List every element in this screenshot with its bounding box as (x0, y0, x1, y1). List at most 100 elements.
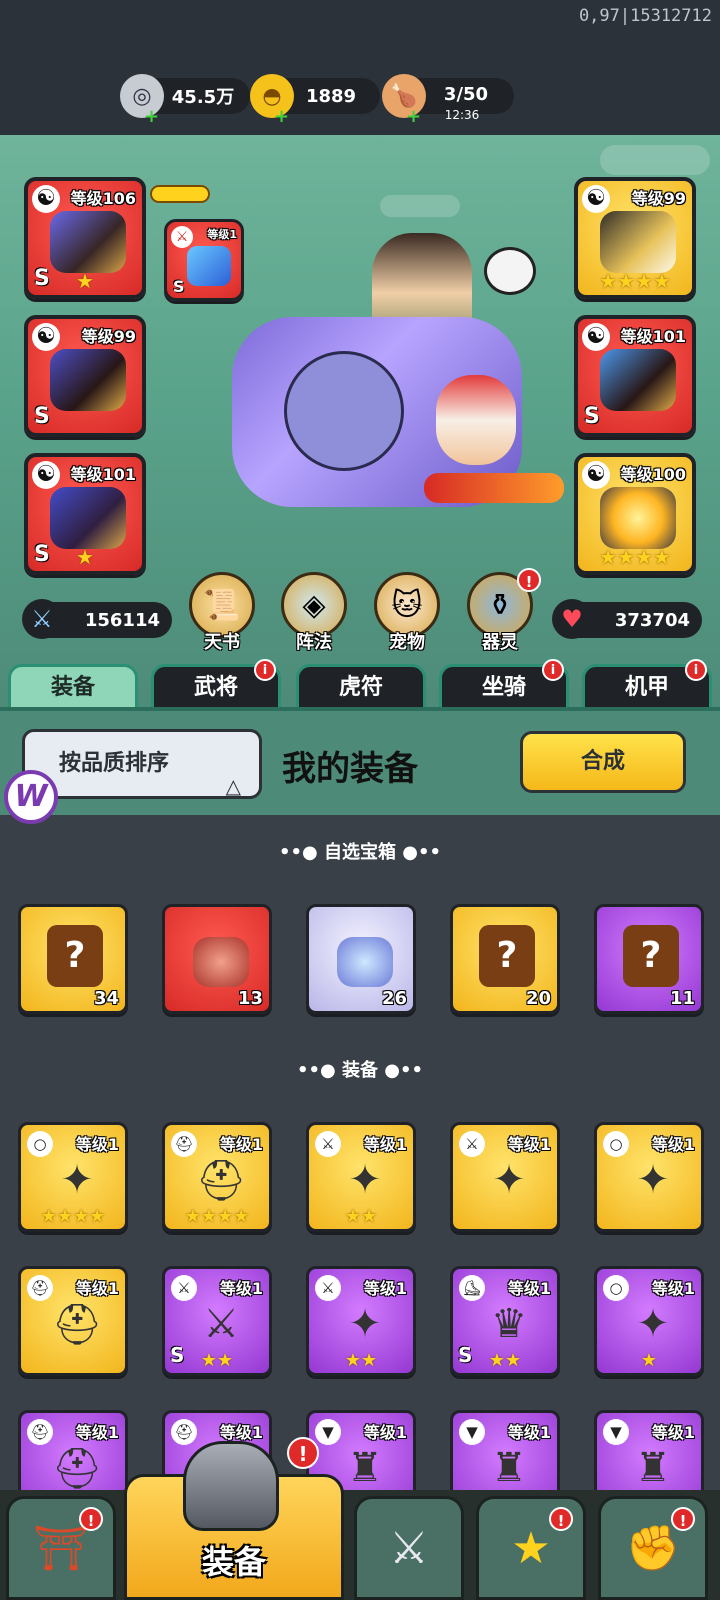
equipment-item[interactable]: ⚔ 等级1 ✦ (450, 1122, 560, 1232)
feature-label: 器灵 (482, 632, 518, 653)
gold-value: 1889 (305, 85, 357, 107)
stamina-food[interactable]: 🍗 3/50 12:36 + (382, 74, 514, 127)
equipment-item[interactable]: ⛸ 等级1 ♛ S ★★ (450, 1266, 560, 1376)
equip-type-icon: ⚔ (315, 1275, 341, 1301)
slot-stars: ★ (76, 545, 94, 569)
equip-slot-gloves[interactable]: ☯ 等级101 S (574, 315, 696, 437)
equip-slot-weapon[interactable]: ☯ 等级106 S ★ (24, 177, 146, 299)
equip-art-icon: ⛑ (51, 1445, 103, 1492)
feature-qiling[interactable]: ⚱ 器灵 ! (463, 568, 541, 654)
feature-pets[interactable]: 🐱 宠物 (370, 572, 444, 654)
equipment-item[interactable]: ⛑ 等级1 ⛑ (18, 1266, 128, 1376)
equip-type-icon: ⚔ (171, 1275, 197, 1301)
equip-slot-extra[interactable]: ⚔ 等级1 S (164, 219, 244, 301)
slot-grade: S (34, 404, 50, 429)
equip-level: 等级1 (219, 1135, 263, 1154)
top-status-area: 0,97|15312712 ◎ 45.5万 + ◓ 1889 + 🍗 3/50 … (0, 0, 720, 135)
equipment-item[interactable]: ○ 等级1 ✦ (594, 1122, 704, 1232)
equip-level: 等级1 (651, 1279, 695, 1298)
yin-yang-icon: ☯ (582, 461, 610, 489)
currency-coin[interactable]: ◎ 45.5万 + (120, 74, 250, 127)
debug-info-text: 0,97|15312712 (578, 6, 712, 26)
equip-art-icon: ✦ (636, 1301, 670, 1347)
crossed-swords-icon: ⚔ (389, 1522, 429, 1574)
attack-power: ⚔ 156114 (22, 599, 172, 639)
sword-type-icon: ⚔ (171, 226, 193, 248)
chest-item[interactable]: ? 34 (18, 904, 128, 1014)
equip-type-icon: ▼ (315, 1419, 341, 1445)
slot-level: 等级99 (81, 327, 136, 346)
chest-item[interactable]: 13 (162, 904, 272, 1014)
nav-equipment[interactable]: ! 装备 (124, 1437, 344, 1600)
slot-stars: ★★★★ (599, 269, 671, 293)
equip-type-icon: ○ (603, 1131, 629, 1157)
equip-art-icon: ⛑ (195, 1157, 247, 1204)
equip-art-icon: ♜ (347, 1445, 383, 1491)
add-gold-icon[interactable]: + (274, 106, 289, 127)
synthesize-button[interactable]: 合成 (520, 731, 686, 793)
equip-type-icon: ⛑ (171, 1419, 197, 1445)
tab-label: 虎符 (338, 675, 383, 700)
hero-fragment-icon (337, 937, 393, 987)
chest-item[interactable]: 26 (306, 904, 416, 1014)
equipment-item[interactable]: ○ 等级1 ✦ ★ (594, 1266, 704, 1376)
floating-w-logo[interactable]: W (4, 770, 58, 824)
chest-item[interactable]: ? 11 (594, 904, 704, 1014)
tab-label: 机甲 (624, 675, 669, 700)
nav-battle[interactable]: ★ ! (476, 1496, 586, 1600)
equip-art-icon: ✦ (348, 1301, 382, 1347)
equip-level: 等级1 (363, 1423, 407, 1442)
cloud (380, 195, 460, 217)
equip-stars: ★★ (344, 1206, 378, 1227)
chest-count: 34 (93, 988, 119, 1009)
equip-slot-boots[interactable]: ☯ 等级100 ★★★★ (574, 453, 696, 575)
slot-level: 等级100 (620, 465, 686, 484)
crystal-blade-art (187, 246, 231, 286)
tab-equipment[interactable]: 装备 (8, 664, 138, 712)
nav-upgrade[interactable]: ✊ ! (598, 1496, 708, 1600)
feature-zhenfa[interactable]: ◈ 阵法 (277, 572, 351, 654)
equip-slot-helmet[interactable]: ☯ 等级101 S ★ (24, 453, 146, 575)
fist-upgrade-icon: ✊ (625, 1523, 681, 1574)
sort-dropdown[interactable]: 按品质排序 △ (22, 729, 262, 799)
battle-icon: ★ (511, 1522, 551, 1574)
equip-stars: ★★★★ (40, 1206, 106, 1227)
boots-art (600, 487, 676, 549)
equipment-item[interactable]: ⛑ 等级1 ⛑ ★★★★ (162, 1122, 272, 1232)
slot-grade: S (584, 404, 600, 429)
equip-slot-necklace[interactable]: ☯ 等级99 S (24, 315, 146, 437)
feature-label: 阵法 (296, 632, 332, 653)
section-title-chests: ••● 自选宝箱 ●•• (279, 842, 441, 863)
yin-yang-icon: ☯ (32, 185, 60, 213)
tab-tiger-tally[interactable]: 虎符 (296, 664, 426, 712)
equip-level: 等级1 (363, 1279, 407, 1298)
equipment-item[interactable]: ⚔ 等级1 ✦ ★★ (306, 1122, 416, 1232)
equipment-item[interactable]: ⚔ 等级1 ⚔ S ★★ (162, 1266, 272, 1376)
equipment-item[interactable]: ○ 等级1 ✦ ★★★★ (18, 1122, 128, 1232)
category-tabs: 装备 武将 i 虎符 坐骑 i 机甲 i (0, 659, 720, 712)
tab-generals[interactable]: 武将 i (151, 659, 281, 712)
equip-slot-armor[interactable]: ☯ 等级99 ★★★★ (574, 177, 696, 299)
yin-yang-icon: ☯ (32, 323, 60, 351)
nav-battle-gear[interactable]: ⚔ (354, 1496, 464, 1600)
feature-label: 宠物 (389, 632, 425, 653)
tab-label: 装备 (50, 675, 95, 700)
heart-icon: ♥ (552, 599, 592, 639)
tab-mecha[interactable]: 机甲 i (582, 659, 712, 712)
currency-gold[interactable]: ◓ 1889 + (250, 74, 380, 127)
add-stamina-icon[interactable]: + (406, 106, 421, 127)
firework-rocket (424, 473, 564, 503)
slot-stars: ★★★★ (599, 545, 671, 569)
nav-shop[interactable]: ⛩ ! (6, 1496, 116, 1600)
equip-stars: ★★ (200, 1350, 234, 1371)
slot-level: 等级1 (207, 228, 237, 241)
equip-level: 等级1 (363, 1135, 407, 1154)
panel-title: 我的装备 (282, 749, 418, 789)
tab-label: 武将 (193, 675, 238, 700)
chest-item[interactable]: ? 20 (450, 904, 560, 1014)
equip-stars: ★★ (488, 1350, 522, 1371)
feature-tianshu[interactable]: 📜 天书 (185, 572, 259, 654)
equipment-item[interactable]: ⚔ 等级1 ✦ ★★ (306, 1266, 416, 1376)
add-coin-icon[interactable]: + (144, 106, 159, 127)
tab-mounts[interactable]: 坐骑 i (439, 659, 569, 712)
